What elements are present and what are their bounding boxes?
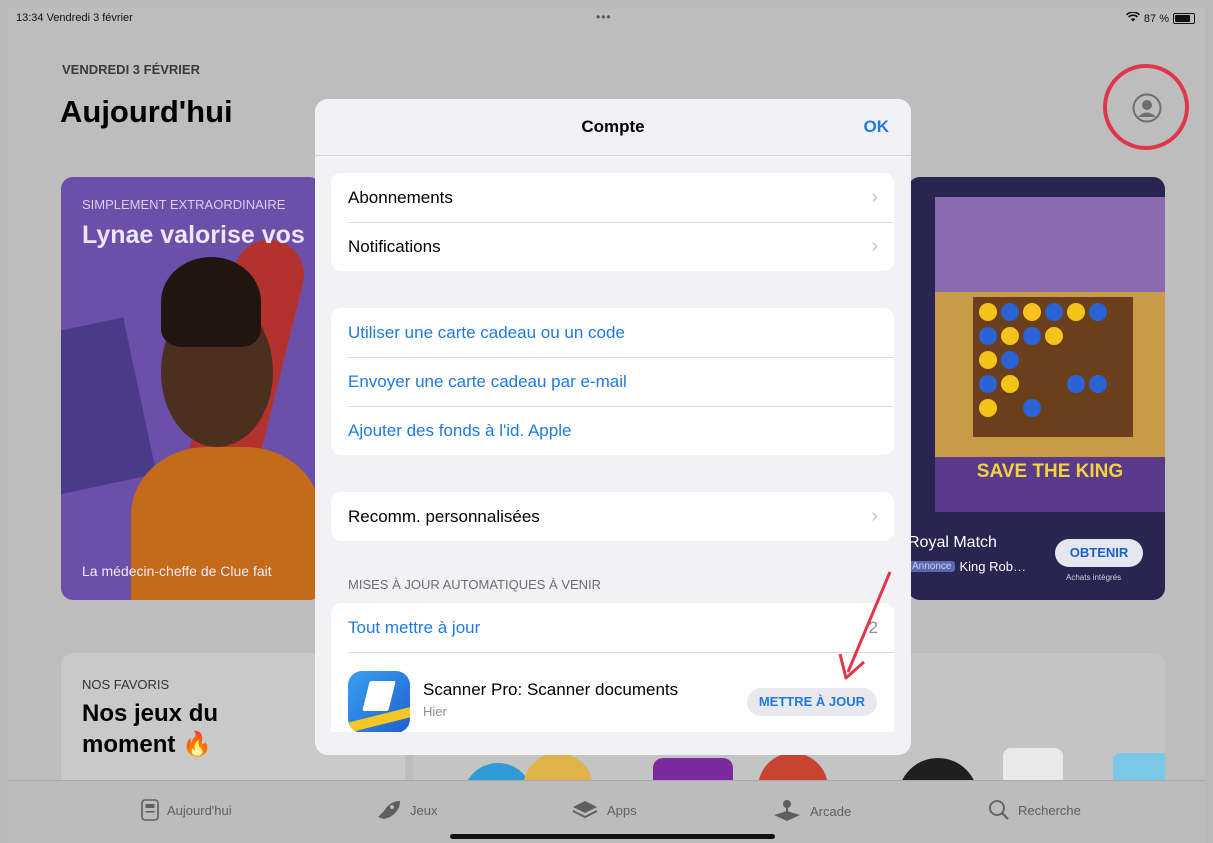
board-piece (1001, 375, 1019, 393)
updates-section-header: MISES À JOUR AUTOMATIQUES À VENIR (348, 577, 602, 592)
status-right: 87 % (1125, 11, 1195, 25)
board-piece (1023, 399, 1041, 417)
scanner-paper-shape (362, 681, 396, 711)
status-time-date: 13:34 Vendredi 3 février (16, 12, 133, 24)
board-piece (1089, 375, 1107, 393)
app-name: Scanner Pro: Scanner documents (423, 680, 679, 699)
tab-label: Arcade (810, 803, 852, 819)
tab-search[interactable]: Recherche (988, 799, 1081, 821)
board-piece (1001, 303, 1019, 321)
page-title: Aujourd'hui (60, 94, 233, 129)
home-indicator[interactable] (450, 834, 775, 839)
battery-icon (1173, 13, 1195, 24)
board-piece (979, 375, 997, 393)
row-label: Notifications (348, 237, 441, 256)
wifi-icon (1125, 11, 1140, 25)
update-app-button[interactable]: METTRE À JOUR (746, 688, 877, 716)
story-card-lynae[interactable]: SIMPLEMENT EXTRAORDINAIRE Lynae valorise… (61, 177, 321, 600)
updates-group: Tout mettre à jour 2 Scanner Pro: Scanne… (331, 603, 894, 732)
gift-card-group: Utiliser une carte cadeau ou un code Env… (331, 308, 894, 455)
get-button[interactable]: OBTENIR (1055, 539, 1143, 567)
chevron-right-icon: › (871, 505, 878, 527)
today-icon (141, 799, 159, 821)
game-art-top (935, 197, 1165, 292)
ad-subtitle: Annonce King Rob… (908, 559, 1026, 574)
add-funds-link[interactable]: Ajouter des fonds à l'id. Apple (331, 406, 894, 455)
recommendations-group: Recomm. personnalisées › (331, 492, 894, 541)
board-piece (1023, 327, 1041, 345)
chevron-right-icon: › (871, 186, 878, 208)
ok-button[interactable]: OK (864, 117, 890, 137)
ad-card-royal-match[interactable]: SAVE THE KING Royal Match Annonce King R… (908, 177, 1165, 600)
tab-label: Recherche (1018, 802, 1081, 818)
card-headline: Lynae valorise vos (82, 221, 305, 249)
tab-label: Jeux (410, 802, 438, 818)
scanner-pro-app-icon (348, 671, 410, 732)
send-gift-card-link[interactable]: Envoyer une carte cadeau par e-mail (331, 357, 894, 406)
in-app-purchases-note: Achats intégrés (1066, 573, 1122, 582)
account-group-1: Abonnements › Notifications › (331, 173, 894, 271)
board-piece (979, 399, 997, 417)
tab-label: Aujourd'hui (167, 802, 232, 818)
board-piece (1001, 351, 1019, 369)
board-piece (979, 303, 997, 321)
game-logo-text: SAVE THE KING (935, 457, 1165, 512)
board-piece (1067, 303, 1085, 321)
status-bar: 13:34 Vendredi 3 février ••• 87 % (8, 10, 1205, 28)
row-label: Recomm. personnalisées (348, 507, 540, 526)
board-piece (1045, 303, 1063, 321)
board-piece (1089, 303, 1107, 321)
board-piece (1023, 303, 1041, 321)
tab-today[interactable]: Aujourd'hui (141, 799, 232, 821)
chevron-right-icon: › (871, 235, 878, 257)
tab-arcade[interactable]: Arcade (772, 799, 851, 823)
card-photo-hair (161, 257, 261, 347)
row-subscriptions[interactable]: Abonnements › (331, 173, 894, 222)
row-personalized-recommendations[interactable]: Recomm. personnalisées › (331, 492, 894, 541)
board-piece (979, 351, 997, 369)
account-avatar-icon[interactable] (1132, 93, 1162, 123)
battery-percent: 87 % (1143, 12, 1169, 25)
layers-icon (572, 801, 598, 819)
app-update-row[interactable]: Scanner Pro: Scanner documents Hier METT… (331, 652, 894, 732)
search-icon (989, 800, 1009, 820)
screen: 13:34 Vendredi 3 février ••• 87 % VENDRE… (8, 8, 1205, 843)
sheet-title: Compte (581, 117, 645, 136)
game-board (973, 297, 1133, 437)
today-date: VENDREDI 3 FÉVRIER (62, 62, 200, 77)
card-eyebrow: NOS FAVORIS (82, 677, 170, 692)
board-piece (1067, 375, 1085, 393)
tab-games[interactable]: Jeux (374, 799, 437, 821)
card-caption: La médecin-cheffe de Clue fait (82, 563, 272, 579)
row-notifications[interactable]: Notifications › (331, 222, 894, 271)
ipad-frame: 13:34 Vendredi 3 février ••• 87 % VENDRE… (0, 0, 1213, 843)
row-label: Abonnements (348, 188, 453, 207)
ad-app-name: Royal Match (908, 534, 997, 551)
app-update-date: Hier (423, 704, 447, 719)
ad-badge: Annonce (908, 561, 956, 572)
tab-label: Apps (607, 802, 637, 818)
update-all-link[interactable]: Tout mettre à jour (348, 618, 480, 637)
rocket-icon (378, 801, 400, 819)
redeem-gift-card-link[interactable]: Utiliser une carte cadeau ou un code (331, 308, 894, 357)
tab-apps[interactable]: Apps (571, 799, 637, 821)
joystick-icon (774, 800, 800, 821)
multitasking-dots[interactable]: ••• (596, 10, 612, 24)
sheet-header: Compte OK (315, 99, 911, 156)
card-eyebrow: SIMPLEMENT EXTRAORDINAIRE (82, 197, 286, 212)
annotation-arrow-icon (838, 571, 892, 680)
board-piece (1045, 327, 1063, 345)
update-all-row[interactable]: Tout mettre à jour 2 (331, 603, 894, 652)
card-title: Nos jeux du moment 🔥 (82, 700, 219, 758)
annotation-circle (1103, 64, 1189, 150)
board-piece (1001, 327, 1019, 345)
board-piece (979, 327, 997, 345)
ad-developer: King Rob… (959, 559, 1026, 574)
card-art-shape (61, 317, 157, 497)
account-sheet: Compte OK Abonnements › Notifications › … (315, 99, 911, 755)
